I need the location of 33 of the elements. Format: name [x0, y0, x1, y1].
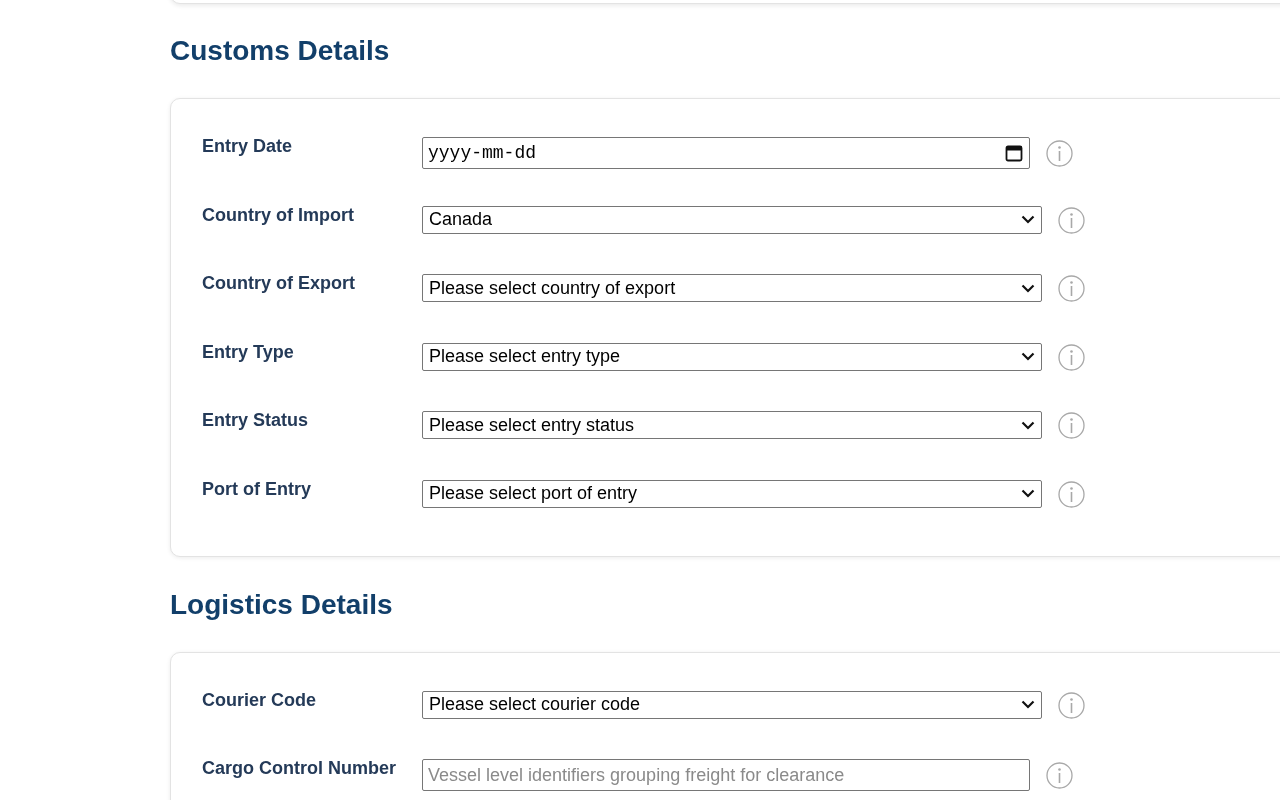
- field-label: Cargo Control Number: [202, 758, 396, 779]
- calendar-icon[interactable]: [1005, 144, 1023, 162]
- chevron-down-icon[interactable]: [1021, 352, 1035, 362]
- date-field[interactable]: yyyy-mm-dd: [422, 137, 1030, 169]
- field-label: Entry Type: [202, 341, 294, 362]
- chevron-down-icon[interactable]: [1021, 215, 1035, 225]
- field-label: Courier Code: [202, 689, 316, 710]
- info-icon[interactable]: [1058, 480, 1085, 508]
- text-field[interactable]: Vessel level identifiers grouping freight for clearance: [422, 759, 1030, 792]
- chevron-down-icon[interactable]: [1021, 489, 1035, 499]
- chevron-down-icon[interactable]: [1021, 700, 1035, 710]
- field-label: Entry Date: [202, 136, 293, 156]
- info-icon[interactable]: [1058, 412, 1085, 440]
- field-label: Country of Export: [202, 273, 355, 294]
- select-field[interactable]: Please select country of export: [422, 274, 1042, 303]
- info-icon[interactable]: [1058, 343, 1085, 371]
- info-icon[interactable]: [1046, 140, 1073, 167]
- select-field[interactable]: Please select entry status: [422, 411, 1042, 440]
- section-heading: Customs Details: [170, 34, 390, 68]
- section-heading: Logistics Details: [170, 587, 393, 622]
- info-icon[interactable]: [1058, 206, 1085, 234]
- info-icon[interactable]: [1058, 691, 1085, 719]
- field-label: Country of Import: [202, 204, 354, 225]
- info-icon[interactable]: [1058, 275, 1085, 303]
- info-icon[interactable]: [1046, 762, 1073, 790]
- select-field[interactable]: Please select courier code: [422, 690, 1042, 719]
- chevron-down-icon[interactable]: [1021, 283, 1035, 293]
- select-field[interactable]: Please select entry type: [422, 342, 1042, 371]
- field-label: Entry Status: [202, 410, 309, 431]
- field-label: Port of Entry: [202, 478, 311, 499]
- chevron-down-icon[interactable]: [1021, 420, 1035, 430]
- select-field[interactable]: Please select port of entry: [422, 479, 1042, 508]
- select-field[interactable]: Canada: [422, 205, 1042, 234]
